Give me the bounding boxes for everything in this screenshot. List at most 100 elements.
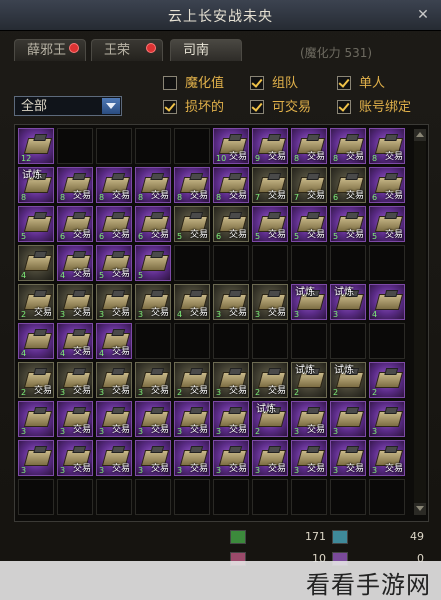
inventory-item[interactable]: 5 交易 <box>174 206 210 242</box>
checkbox-icon[interactable] <box>163 75 177 90</box>
inventory-item[interactable]: 7 交易 <box>291 167 327 203</box>
empty-slot[interactable] <box>330 323 366 359</box>
inventory-item[interactable]: 3 交易 <box>135 362 171 398</box>
empty-slot[interactable] <box>96 128 132 164</box>
close-icon[interactable]: ✕ <box>415 7 431 23</box>
inventory-item[interactable]: 2 <box>369 362 405 398</box>
inventory-item[interactable]: 6 交易 <box>369 167 405 203</box>
empty-slot[interactable] <box>174 323 210 359</box>
inventory-item[interactable]: 3 交易 <box>96 401 132 437</box>
inventory-item[interactable]: 3 交易 <box>135 284 171 320</box>
empty-slot[interactable] <box>213 479 249 515</box>
inventory-item[interactable]: 6 交易 <box>96 206 132 242</box>
inventory-item[interactable]: 3 交易 <box>291 401 327 437</box>
inventory-item[interactable]: 4 交易 <box>174 284 210 320</box>
empty-slot[interactable] <box>252 479 288 515</box>
scroll-down-icon[interactable] <box>414 503 426 515</box>
tab-2[interactable]: 王荣 <box>91 39 163 61</box>
inventory-item[interactable]: 6 交易 <box>57 206 93 242</box>
inventory-item[interactable]: 3 交易 <box>57 401 93 437</box>
inventory-item[interactable]: 3 交易 <box>96 440 132 476</box>
empty-slot[interactable] <box>330 479 366 515</box>
inventory-item[interactable]: 10 交易 <box>213 128 249 164</box>
inventory-item[interactable]: 3 交易 <box>369 440 405 476</box>
inventory-item[interactable]: 3 交易 <box>213 284 249 320</box>
inventory-item[interactable]: 3 交易 <box>291 440 327 476</box>
inventory-item[interactable]: 3 <box>330 401 366 437</box>
inventory-scrollbar[interactable] <box>414 129 426 515</box>
tab-3[interactable]: 司南 <box>170 39 242 61</box>
inventory-item[interactable]: 8 交易 <box>174 167 210 203</box>
inventory-item[interactable]: 5 <box>18 206 54 242</box>
checkbox-icon[interactable] <box>337 75 351 90</box>
inventory-item[interactable]: 3 交易 <box>330 440 366 476</box>
inventory-item[interactable]: 3 试炼 <box>330 284 366 320</box>
empty-slot[interactable] <box>135 479 171 515</box>
inventory-item[interactable]: 3 交易 <box>213 401 249 437</box>
inventory-item[interactable]: 3 交易 <box>96 284 132 320</box>
inventory-item[interactable]: 2 试炼 <box>291 362 327 398</box>
scroll-up-icon[interactable] <box>414 129 426 141</box>
empty-slot[interactable] <box>369 479 405 515</box>
inventory-item[interactable]: 8 试炼 <box>18 167 54 203</box>
inventory-item[interactable]: 3 试炼 <box>291 284 327 320</box>
inventory-item[interactable]: 5 交易 <box>252 206 288 242</box>
inventory-item[interactable]: 3 交易 <box>96 362 132 398</box>
inventory-item[interactable]: 3 交易 <box>213 440 249 476</box>
inventory-item[interactable]: 3 交易 <box>135 401 171 437</box>
inventory-item[interactable]: 3 交易 <box>57 440 93 476</box>
empty-slot[interactable] <box>57 128 93 164</box>
inventory-item[interactable]: 5 <box>135 245 171 281</box>
inventory-item[interactable]: 8 交易 <box>291 128 327 164</box>
empty-slot[interactable] <box>291 323 327 359</box>
inventory-item[interactable]: 2 试炼 <box>252 401 288 437</box>
inventory-item[interactable]: 12 <box>18 128 54 164</box>
inventory-item[interactable]: 8 交易 <box>213 167 249 203</box>
empty-slot[interactable] <box>369 323 405 359</box>
inventory-item[interactable]: 3 交易 <box>213 362 249 398</box>
filter-checkbox-2[interactable]: 组队 <box>250 75 298 93</box>
tab-1[interactable]: 薛邪王 <box>14 39 86 61</box>
empty-slot[interactable] <box>330 245 366 281</box>
empty-slot[interactable] <box>135 128 171 164</box>
inventory-item[interactable]: 6 交易 <box>330 167 366 203</box>
inventory-item[interactable]: 2 交易 <box>18 284 54 320</box>
empty-slot[interactable] <box>174 128 210 164</box>
inventory-item[interactable]: 2 试炼 <box>330 362 366 398</box>
empty-slot[interactable] <box>174 245 210 281</box>
inventory-item[interactable]: 8 交易 <box>96 167 132 203</box>
inventory-item[interactable]: 9 交易 <box>252 128 288 164</box>
empty-slot[interactable] <box>213 323 249 359</box>
empty-slot[interactable] <box>252 245 288 281</box>
inventory-item[interactable]: 3 交易 <box>135 440 171 476</box>
empty-slot[interactable] <box>96 479 132 515</box>
inventory-item[interactable]: 3 <box>369 401 405 437</box>
inventory-item[interactable]: 4 <box>369 284 405 320</box>
inventory-item[interactable]: 3 交易 <box>174 401 210 437</box>
inventory-item[interactable]: 4 <box>18 323 54 359</box>
inventory-item[interactable]: 8 交易 <box>57 167 93 203</box>
inventory-item[interactable]: 3 <box>18 401 54 437</box>
checkbox-icon[interactable] <box>250 75 264 90</box>
empty-slot[interactable] <box>252 323 288 359</box>
inventory-item[interactable]: 3 交易 <box>57 284 93 320</box>
empty-slot[interactable] <box>135 323 171 359</box>
inventory-item[interactable]: 2 交易 <box>18 362 54 398</box>
empty-slot[interactable] <box>57 479 93 515</box>
empty-slot[interactable] <box>18 479 54 515</box>
inventory-item[interactable]: 2 交易 <box>174 362 210 398</box>
filter-checkbox-1[interactable]: 魔化值 <box>163 75 224 93</box>
inventory-item[interactable]: 3 交易 <box>57 362 93 398</box>
checkbox-icon[interactable] <box>250 99 264 114</box>
checkbox-icon[interactable] <box>337 99 351 114</box>
empty-slot[interactable] <box>213 245 249 281</box>
inventory-item[interactable]: 3 交易 <box>174 440 210 476</box>
inventory-item[interactable]: 3 <box>18 440 54 476</box>
inventory-item[interactable]: 3 交易 <box>252 284 288 320</box>
filter-checkbox-5[interactable]: 可交易 <box>250 99 311 117</box>
inventory-item[interactable]: 6 交易 <box>135 206 171 242</box>
filter-checkbox-4[interactable]: 损坏的 <box>163 99 224 117</box>
inventory-item[interactable]: 8 交易 <box>369 128 405 164</box>
inventory-item[interactable]: 3 交易 <box>252 440 288 476</box>
inventory-item[interactable]: 6 交易 <box>213 206 249 242</box>
